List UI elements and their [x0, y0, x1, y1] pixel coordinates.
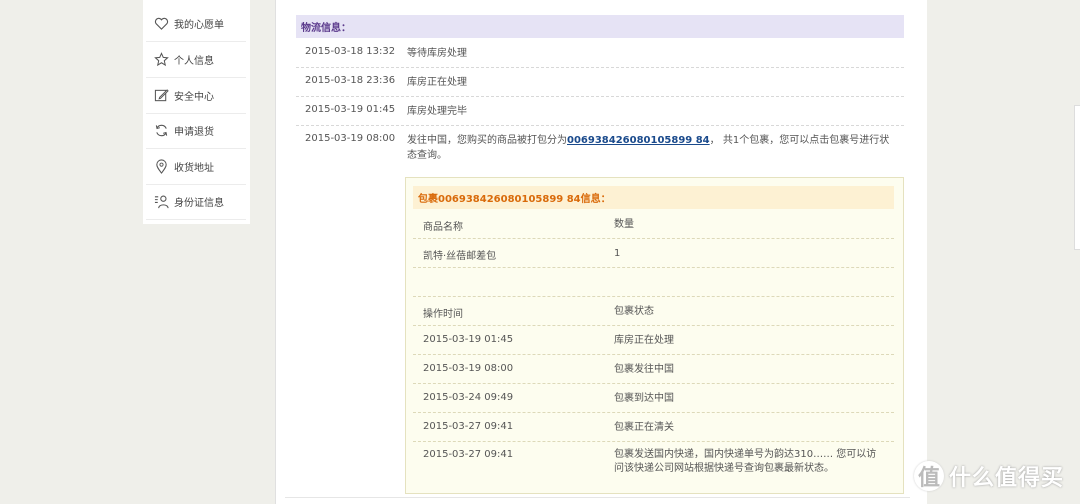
sidebar-item-addresses[interactable]: 收货地址	[146, 149, 246, 185]
site-watermark: 值 什么值得买	[914, 458, 1072, 494]
watermark-logo: 值	[914, 461, 944, 491]
logistics-row: 2015-03-18 13:32 等待库房处理	[296, 39, 904, 68]
event-time: 2015-03-27 09:41	[423, 421, 514, 432]
package-event-row: 2015-03-24 09:49 包裹到达中国	[413, 384, 894, 413]
edit-icon	[153, 88, 169, 104]
package-event-row: 2015-03-19 08:00 包裹发往中国	[413, 355, 894, 384]
event-time: 2015-03-27 09:41	[423, 449, 514, 460]
log-time: 2015-03-18 23:36	[305, 75, 396, 86]
log-message: 库房正在处理	[407, 77, 467, 88]
package-event-row: 2015-03-19 01:45 库房正在处理	[413, 326, 894, 355]
logistics-header: 物流信息：	[296, 15, 904, 38]
package-title: 包裹006938426080105899 84信息：	[413, 186, 894, 209]
star-icon	[153, 52, 169, 68]
scrollbar[interactable]	[1074, 105, 1080, 250]
event-status: 库房正在处理	[614, 335, 674, 346]
log-message-prefix: 发往中国，您购买的商品被打包分为	[407, 135, 567, 146]
package-table-header: 商品名称 数量	[413, 210, 894, 239]
account-sidebar: 我的心愿单 个人信息 安全中心 申请退货 收货地址 身份证信息	[143, 0, 250, 224]
page-background-right	[927, 0, 1080, 504]
log-message: 等待库房处理	[407, 48, 467, 59]
sidebar-item-profile[interactable]: 个人信息	[146, 42, 246, 78]
divider	[285, 497, 910, 498]
log-time: 2015-03-18 13:32	[305, 46, 396, 57]
sidebar-item-label: 个人信息	[174, 56, 214, 67]
page-gutter	[250, 0, 275, 504]
event-status: 包裹发往中国	[614, 364, 674, 375]
column-header-quantity: 数量	[614, 219, 634, 230]
location-pin-icon	[153, 159, 169, 175]
log-time: 2015-03-19 01:45	[305, 104, 396, 115]
sidebar-item-label: 申请退货	[174, 127, 214, 138]
package-spacer-row	[413, 268, 894, 297]
sidebar-item-wishlist[interactable]: 我的心愿单	[146, 6, 246, 42]
sidebar-item-id-info[interactable]: 身份证信息	[146, 184, 246, 220]
log-time: 2015-03-19 08:00	[305, 133, 396, 144]
sidebar-item-security[interactable]: 安全中心	[146, 78, 246, 114]
event-status: 包裹发送国内快递，国内快递单号为韵达310…… 您可以访问该快递公司网站根据快递…	[614, 449, 877, 474]
column-header-product: 商品名称	[423, 222, 463, 233]
event-time: 2015-03-19 01:45	[423, 334, 514, 345]
refresh-icon	[153, 123, 169, 139]
column-header-status: 包裹状态	[614, 306, 654, 317]
id-person-icon	[153, 194, 169, 210]
sidebar-item-label: 安全中心	[174, 92, 214, 103]
package-item-row: 凯特·丝蓓邮差包 1	[413, 239, 894, 268]
sidebar-item-label: 我的心愿单	[174, 20, 224, 31]
product-quantity: 1	[614, 248, 621, 259]
event-status: 包裹正在清关	[614, 422, 674, 433]
tracking-number-link[interactable]: 006938426080105899 84	[567, 135, 710, 146]
log-message: 发往中国，您购买的商品被打包分为006938426080105899 84， 共…	[407, 133, 892, 163]
event-status: 包裹到达中国	[614, 393, 674, 404]
log-message: 库房处理完毕	[407, 106, 467, 117]
package-table-header: 操作时间 包裹状态	[413, 297, 894, 326]
logistics-row: 2015-03-18 23:36 库房正在处理	[296, 68, 904, 97]
page-background-left	[0, 0, 138, 504]
package-event-row: 2015-03-27 09:41 包裹正在清关	[413, 413, 894, 442]
column-header-time: 操作时间	[423, 309, 463, 320]
event-time: 2015-03-24 09:49	[423, 392, 514, 403]
product-name: 凯特·丝蓓邮差包	[423, 251, 497, 262]
sidebar-item-label: 身份证信息	[174, 198, 224, 209]
watermark-text: 什么值得买	[949, 466, 1065, 491]
sidebar-item-returns[interactable]: 申请退货	[146, 113, 246, 149]
logistics-row: 2015-03-19 01:45 库房处理完毕	[296, 97, 904, 126]
package-event-row: 2015-03-27 09:41 包裹发送国内快递，国内快递单号为韵达310………	[413, 442, 894, 482]
sidebar-item-label: 收货地址	[174, 163, 214, 174]
heart-icon	[153, 16, 169, 32]
event-time: 2015-03-19 08:00	[423, 363, 514, 374]
